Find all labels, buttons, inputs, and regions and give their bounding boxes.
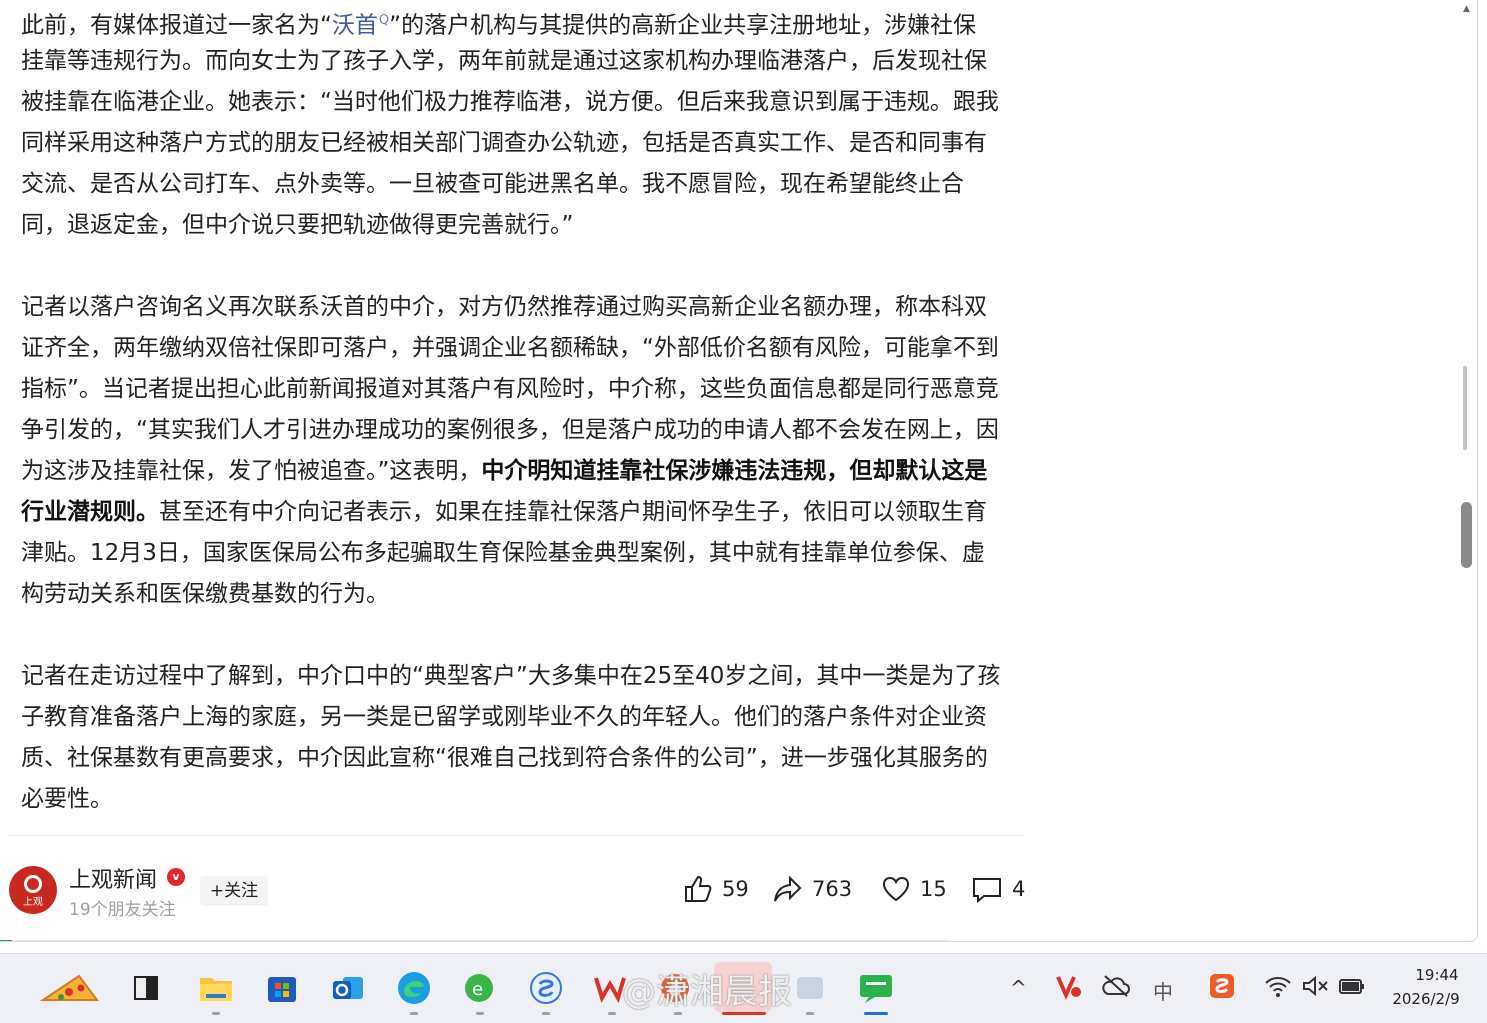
article-line: 同，退返定金，但中介说只要把轨迹做得更完善就行。” bbox=[21, 212, 574, 238]
article-line: 记者以落户咨询名义再次联系沃首的中介，对方仍然推荐通过购买高新企业名额办理，称本… bbox=[21, 294, 987, 320]
article-line: 必要性。 bbox=[21, 786, 113, 812]
paragraph-2: 记者以落户咨询名义再次联系沃首的中介，对方仍然推荐通过购买高新企业名额办理，称本… bbox=[21, 287, 1021, 615]
battery-charging-icon[interactable] bbox=[1338, 974, 1366, 1003]
taskbar: e @潇湘晨报 ^ 中 19:44 2026/2/9 bbox=[0, 953, 1487, 1023]
text-run: 甚至还有中介向记者表示，如果在挂靠社保落户期间怀孕生子，依旧可以领取生育 bbox=[159, 499, 987, 525]
sogou-search-icon[interactable] bbox=[526, 968, 566, 1008]
article-line: 指标”。当记者提出担心此前新闻报道对其落户有风险时，中介称，这些负面信息都是同行… bbox=[21, 376, 999, 402]
search-link-woshou[interactable]: 沃首 bbox=[332, 13, 378, 39]
reading-progress-fill bbox=[0, 940, 13, 941]
browser-window: 此前，有媒体报道过一家名为“沃首Q”的落户机构与其提供的高新企业共享注册地址，涉… bbox=[0, 0, 1478, 942]
security-v-tray-icon[interactable] bbox=[1055, 972, 1083, 1005]
article-line: 子教育准备落户上海的家庭，另一类是已留学或刚毕业不久的年轻人。他们的落户条件对企… bbox=[21, 704, 987, 730]
weibo-watermark: @潇湘晨报 bbox=[622, 972, 792, 1012]
bold-text: 中介明知道挂靠社保涉嫌违法违规，但却默认这是 bbox=[481, 458, 988, 484]
microsoft-store-icon[interactable] bbox=[262, 968, 302, 1008]
paragraph-1: 此前，有媒体报道过一家名为“沃首Q”的落户机构与其提供的高新企业共享注册地址，涉… bbox=[21, 0, 1021, 246]
search-icon[interactable]: Q bbox=[379, 13, 389, 28]
article-line: 行业潜规则。甚至还有中介向记者表示，如果在挂靠社保落户期间怀孕生子，依旧可以领取… bbox=[21, 492, 1021, 533]
followers-count: 19个朋友关注 bbox=[69, 900, 176, 920]
volume-muted-icon[interactable] bbox=[1302, 974, 1330, 1003]
scroll-up-arrow-icon[interactable]: ▲ bbox=[1463, 4, 1470, 14]
article-line: 证齐全，两年缴纳双倍社保即可落户，并强调企业名额稀缺，“外部低价名额有风险，可能… bbox=[21, 335, 999, 361]
follow-button[interactable]: +关注 bbox=[200, 876, 268, 906]
svg-text:e: e bbox=[472, 979, 483, 1000]
file-explorer-icon[interactable] bbox=[196, 968, 236, 1008]
reading-progress-bar bbox=[0, 940, 950, 941]
article-footer-bar: 上观 上观新闻 v 19个朋友关注 +关注 59 763 15 4 bbox=[0, 850, 1040, 930]
paragraph-3: 记者在走访过程中了解到，中介口中的“典型客户”大多集中在25至40岁之间，其中一… bbox=[21, 656, 1021, 820]
like-count: 59 bbox=[722, 877, 749, 901]
share-count: 763 bbox=[812, 877, 853, 901]
comment-icon bbox=[973, 878, 1001, 904]
article-line: 质、社保基数有更高要求，中介因此宣称“很难自己找到符合条件的公司”，进一步强化其… bbox=[21, 745, 988, 771]
outlook-icon[interactable] bbox=[328, 968, 368, 1008]
source-name[interactable]: 上观新闻 bbox=[69, 862, 157, 894]
share-button[interactable]: 763 bbox=[772, 872, 852, 906]
article-line: 交流、是否从公司打车、点外卖等。一旦被查可能进黑名单。我不愿冒险，现在希望能终止… bbox=[21, 171, 964, 197]
article-line: 挂靠等违规行为。而向女士为了孩子入学，两年前就是通过这家机构办理临港落户，后发现… bbox=[21, 48, 987, 74]
scrollbar[interactable] bbox=[1458, 0, 1474, 940]
bold-text: 行业潜规则。 bbox=[21, 499, 159, 525]
divider bbox=[8, 835, 1024, 836]
ai-browser-icon[interactable]: e bbox=[460, 968, 500, 1008]
scroll-marker bbox=[1463, 366, 1467, 450]
article-line: 津贴。12月3日，国家医保局公布多起骗取生育保险基金典型案例，其中就有挂靠单位参… bbox=[21, 540, 985, 566]
article-line: 同样采用这种落户方式的朋友已经被相关部门调查办公轨迹，包括是否真实工作、是否和同… bbox=[21, 130, 987, 156]
text-run: ”的落户机构与其提供的高新企业共享注册地址，涉嫌社保 bbox=[389, 12, 977, 39]
sogou-input-s-icon[interactable] bbox=[1208, 972, 1236, 1005]
clock-date[interactable]: 2026/2/9 bbox=[1380, 990, 1472, 1008]
favorite-count: 15 bbox=[920, 877, 947, 901]
wechat-chat-icon[interactable] bbox=[856, 968, 896, 1008]
heart-icon bbox=[882, 876, 910, 902]
app-icon[interactable] bbox=[790, 968, 830, 1008]
text-run: 为这涉及挂靠社保，发了怕被追查。”这表明， bbox=[21, 458, 482, 484]
avatar-logo-ring bbox=[24, 875, 42, 893]
scroll-thumb[interactable] bbox=[1461, 502, 1472, 568]
article-line: 被挂靠在临港企业。她表示：“当时他们极力推荐临港，说方便。但后来我意识到属于违规… bbox=[21, 89, 999, 115]
clock-time[interactable]: 19:44 bbox=[1402, 966, 1472, 984]
terminal-icon[interactable] bbox=[126, 968, 166, 1008]
article-line: 构劳动关系和医保缴费基数的行为。 bbox=[21, 581, 389, 607]
text-run: 此前，有媒体报道过一家名为“ bbox=[21, 12, 332, 39]
thumbs-up-icon bbox=[685, 875, 712, 902]
favorite-button[interactable]: 15 bbox=[880, 872, 947, 906]
article-line: 记者在走访过程中了解到，中介口中的“典型客户”大多集中在25至40岁之间，其中一… bbox=[21, 663, 1001, 689]
comment-button[interactable]: 4 bbox=[970, 872, 1025, 906]
verified-badge-icon: v bbox=[167, 868, 185, 886]
cloud-offline-icon[interactable] bbox=[1102, 974, 1130, 1003]
article-line: 争引发的，“其实我们人才引进办理成功的案例很多，但是落户成功的申请人都不会发在网… bbox=[21, 417, 999, 443]
article-line: 为这涉及挂靠社保，发了怕被追查。”这表明，中介明知道挂靠社保涉嫌违法违规，但却默… bbox=[21, 451, 1021, 492]
article-line: 此前，有媒体报道过一家名为“沃首Q”的落户机构与其提供的高新企业共享注册地址，涉… bbox=[21, 0, 1021, 41]
pizza-widget-icon[interactable] bbox=[38, 968, 102, 1008]
avatar[interactable]: 上观 bbox=[9, 866, 57, 914]
wifi-icon[interactable] bbox=[1264, 974, 1292, 1003]
share-icon bbox=[774, 875, 802, 902]
edge-browser-icon[interactable] bbox=[394, 968, 434, 1008]
show-hidden-icons-chevron-icon[interactable]: ^ bbox=[1010, 976, 1027, 1000]
like-button[interactable]: 59 bbox=[682, 872, 749, 906]
input-method-indicator[interactable]: 中 bbox=[1153, 976, 1173, 1005]
avatar-text: 上观 bbox=[23, 897, 43, 908]
comment-count: 4 bbox=[1012, 877, 1026, 901]
article-body: 此前，有媒体报道过一家名为“沃首Q”的落户机构与其提供的高新企业共享注册地址，涉… bbox=[21, 0, 1021, 820]
